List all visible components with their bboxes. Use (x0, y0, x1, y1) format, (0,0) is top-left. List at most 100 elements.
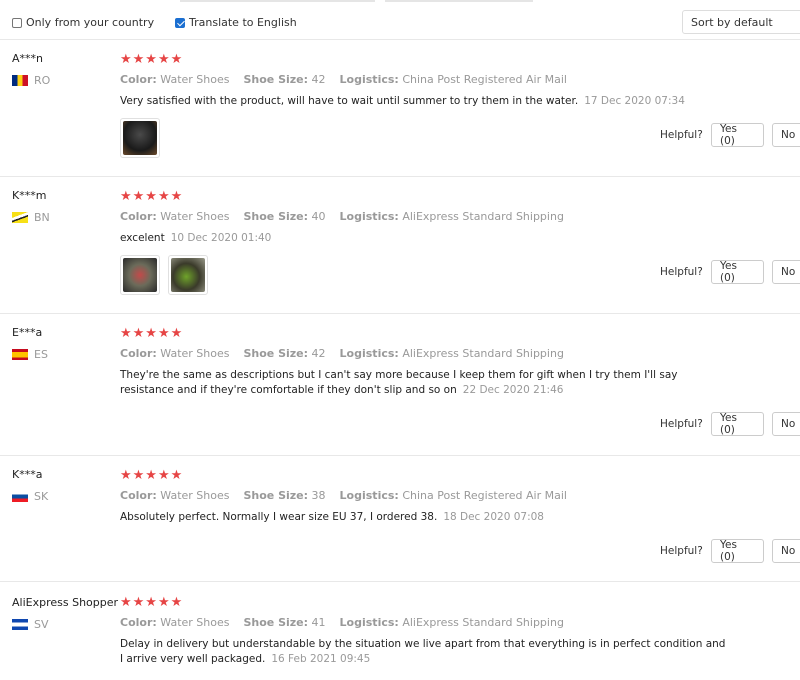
reviewer-country: SK (12, 490, 48, 503)
helpful-yes-button[interactable]: Yes (0) (711, 123, 764, 147)
review-attributes: Color: Water Shoes Shoe Size: 41 Logistics… (120, 616, 564, 629)
logistics-label: Logistics: (339, 616, 399, 629)
review-text: excelent 10 Dec 2020 01:40 (120, 231, 730, 246)
logistics-value: AliExpress Standard Shipping (402, 210, 564, 223)
reviewer-country: BN (12, 211, 50, 224)
logistics-label: Logistics: (339, 210, 399, 223)
helpful-no-button[interactable]: No (772, 260, 800, 284)
helpful-no-button[interactable]: No (772, 123, 800, 147)
star-rating: ★★★★★ (120, 595, 184, 610)
country-code: SK (34, 490, 49, 503)
size-value: 42 (311, 73, 326, 86)
helpful-label: Helpful? (660, 266, 703, 278)
filter-bar: Only from your country Translate to Engl… (0, 0, 800, 40)
reviewer-country: RO (12, 74, 50, 87)
color-label: Color: (120, 347, 157, 360)
review-date: 17 Dec 2020 07:34 (584, 95, 685, 107)
review-attributes: Color: Water Shoes Shoe Size: 40 Logistics… (120, 210, 564, 223)
country-code: SV (34, 618, 49, 631)
logistics-value: China Post Registered Air Mail (402, 73, 567, 86)
star-rating: ★★★★★ (120, 52, 184, 67)
review-item: AliExpress Shopper SV ★★★★★ Color: Water… (0, 582, 800, 680)
review-photo[interactable] (120, 118, 160, 158)
size-value: 41 (311, 616, 326, 629)
size-label: Shoe Size: (243, 616, 309, 629)
checkbox-checked-icon[interactable] (175, 17, 185, 28)
helpful-label: Helpful? (660, 129, 703, 141)
logistics-label: Logistics: (339, 489, 399, 502)
review-item: E***a ES ★★★★★ Color: Water Shoes Shoe Si… (0, 314, 800, 456)
color-label: Color: (120, 73, 157, 86)
review-date: 18 Dec 2020 07:08 (443, 511, 544, 523)
review-text: Delay in delivery but understandable by … (120, 637, 730, 667)
logistics-value: AliExpress Standard Shipping (402, 616, 564, 629)
reviewer-name: E***a (12, 326, 43, 339)
helpful-yes-button[interactable]: Yes (0) (711, 412, 764, 436)
flag-icon (12, 619, 28, 630)
size-label: Shoe Size: (243, 73, 309, 86)
review-date: 16 Feb 2021 09:45 (271, 653, 371, 665)
checkbox-unchecked-icon[interactable] (12, 17, 22, 28)
flag-icon (12, 491, 28, 502)
reviewer-name: K***a (12, 468, 43, 481)
translate-checkbox[interactable]: Translate to English (175, 16, 297, 29)
review-body: They're the same as descriptions but I c… (120, 369, 678, 396)
review-body: Absolutely perfect. Normally I wear size… (120, 511, 438, 523)
helpful-label: Helpful? (660, 418, 703, 430)
size-label: Shoe Size: (243, 347, 309, 360)
only-country-checkbox[interactable]: Only from your country (12, 16, 154, 29)
review-date: 10 Dec 2020 01:40 (170, 232, 272, 244)
color-value: Water Shoes (160, 73, 230, 86)
review-body: excelent (120, 232, 165, 244)
review-item: K***m BN ★★★★★ Color: Water Shoes Shoe Si… (0, 177, 800, 314)
review-attributes: Color: Water Shoes Shoe Size: 38 Logistics… (120, 489, 567, 502)
helpful-yes-button[interactable]: Yes (0) (711, 260, 764, 284)
color-value: Water Shoes (160, 489, 230, 502)
review-text: They're the same as descriptions but I c… (120, 368, 730, 398)
logistics-label: Logistics: (339, 347, 399, 360)
country-code: ES (34, 348, 48, 361)
review-photo[interactable] (120, 255, 160, 295)
color-label: Color: (120, 616, 157, 629)
country-code: BN (34, 211, 50, 224)
star-rating: ★★★★★ (120, 189, 184, 204)
logistics-value: AliExpress Standard Shipping (402, 347, 564, 360)
flag-icon (12, 212, 28, 223)
size-value: 42 (311, 347, 326, 360)
review-body: Delay in delivery but understandable by … (120, 638, 726, 665)
star-rating: ★★★★★ (120, 468, 184, 483)
size-value: 40 (311, 210, 326, 223)
flag-icon (12, 75, 28, 86)
size-label: Shoe Size: (243, 489, 309, 502)
reviewer-name: A***n (12, 52, 43, 65)
review-item: K***a SK ★★★★★ Color: Water Shoes Shoe Si… (0, 456, 800, 582)
helpful-yes-button[interactable]: Yes (0) (711, 539, 764, 563)
logistics-value: China Post Registered Air Mail (402, 489, 567, 502)
color-value: Water Shoes (160, 347, 230, 360)
reviewer-name: AliExpress Shopper (12, 596, 119, 609)
size-value: 38 (311, 489, 326, 502)
review-date: 22 Dec 2020 21:46 (462, 384, 564, 396)
country-code: RO (34, 74, 51, 87)
review-text: Very satisfied with the product, will ha… (120, 94, 730, 109)
review-body: Very satisfied with the product, will ha… (120, 95, 579, 107)
color-value: Water Shoes (160, 210, 230, 223)
helpful-no-button[interactable]: No (772, 539, 800, 563)
color-value: Water Shoes (160, 616, 230, 629)
review-photo[interactable] (168, 255, 208, 295)
helpful-label: Helpful? (660, 545, 703, 557)
color-label: Color: (120, 210, 157, 223)
helpful-no-button[interactable]: No (772, 412, 800, 436)
color-label: Color: (120, 489, 157, 502)
review-attributes: Color: Water Shoes Shoe Size: 42 Logistics… (120, 347, 564, 360)
reviewer-name: K***m (12, 189, 47, 202)
sort-dropdown[interactable]: Sort by default (682, 10, 800, 34)
reviewer-country: ES (12, 348, 48, 361)
translate-label: Translate to English (189, 16, 297, 29)
reviewer-country: SV (12, 618, 49, 631)
star-rating: ★★★★★ (120, 326, 184, 341)
only-country-label: Only from your country (26, 16, 155, 29)
logistics-label: Logistics: (339, 73, 399, 86)
review-attributes: Color: Water Shoes Shoe Size: 42 Logistics… (120, 73, 567, 86)
flag-icon (12, 349, 28, 360)
